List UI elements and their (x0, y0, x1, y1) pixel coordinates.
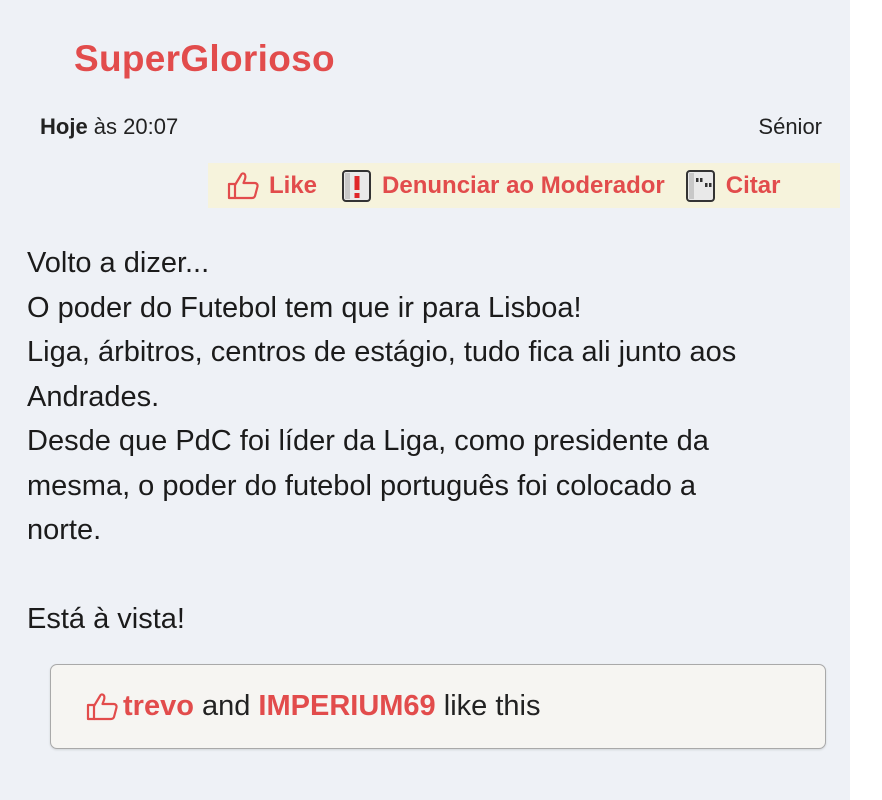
post-date-time: às 20:07 (87, 114, 179, 139)
likes-suffix: like this (435, 690, 541, 722)
report-label: Denunciar ao Moderador (382, 171, 665, 199)
report-exclamation-icon (341, 169, 373, 203)
post-line: norte. (27, 514, 102, 546)
post-line: O poder do Futebol tem que ir para Lisbo… (27, 291, 582, 324)
post-line: Volto a dizer... (27, 247, 210, 279)
thumbs-up-icon (85, 692, 119, 722)
liker-link[interactable]: trevo (123, 690, 194, 723)
like-label: Like (269, 171, 318, 199)
thumbs-up-icon (226, 171, 260, 201)
post-line: mesma, o poder do futebol português foi … (27, 469, 697, 502)
user-rank: Sénior (758, 114, 822, 139)
post-body: Volto a dizer... O poder do Futebol tem … (27, 241, 827, 642)
likes-joiner: and (193, 690, 259, 722)
post-line: Liga, árbitros, centros de estágio, tudo… (27, 336, 737, 368)
report-button[interactable]: Denunciar ao Moderador (341, 169, 665, 203)
liker-link[interactable]: IMPERIUM69 (258, 690, 435, 723)
quote-label: Citar (725, 171, 781, 199)
post-actions-bar: Like Denunciar ao Moderador Citar (208, 163, 840, 208)
like-button[interactable]: Like (226, 171, 317, 201)
post-date-day: Hoje (40, 114, 88, 139)
post-timestamp: Hoje às 20:07 (40, 114, 178, 140)
post-container: SuperGlorioso Hoje às 20:07 Sénior Like (0, 0, 850, 800)
quote-icon (685, 169, 717, 203)
post-line: Andrades. (27, 380, 160, 413)
post-line: Está à vista! (27, 603, 185, 635)
likes-summary: trevo and IMPERIUM69 like this (50, 664, 826, 749)
quote-button[interactable]: Citar (685, 169, 781, 203)
post-username[interactable]: SuperGlorioso (74, 38, 335, 80)
post-line: Desde que PdC foi líder da Liga, como pr… (27, 425, 709, 457)
